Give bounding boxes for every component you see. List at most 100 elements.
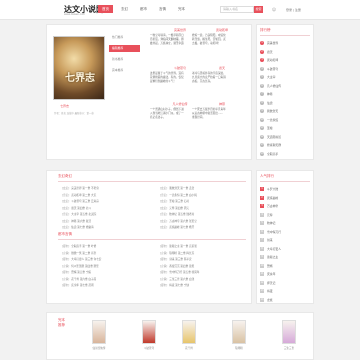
nav-home[interactable]: 首页 (98, 5, 113, 13)
list-item-title[interactable]: 万古神帝 第六章 张若尘 (169, 220, 197, 223)
rank-item-title[interactable]: 元尊 (267, 213, 273, 217)
rank-item[interactable]: 2 遮天 (260, 48, 310, 57)
list-item-title[interactable]: 斗破苍穹 第三章 云岚宗 (71, 200, 99, 203)
login-links[interactable]: 登录 | 注册 (286, 8, 301, 12)
book-cover[interactable] (182, 320, 196, 344)
rank-item[interactable]: 4 斗破苍穹 (260, 65, 310, 74)
nav-wanben[interactable]: 完本 (174, 5, 189, 13)
book-title[interactable]: 三生三世 (269, 346, 309, 350)
rank-item[interactable]: 5 牧神记 (260, 219, 310, 228)
rank-item-title[interactable]: 一念永恒 (267, 118, 278, 122)
rank-item[interactable]: 11 庆余年 (260, 270, 310, 279)
list-item-title[interactable]: 剑来 第三章 陈平安 (169, 258, 191, 261)
featured-caption[interactable]: 七界志 (60, 104, 69, 108)
rank-item[interactable]: 3 武动乾坤 (260, 56, 310, 65)
rank-item-title[interactable]: 龙族 (267, 298, 273, 302)
rank-item-title[interactable]: 将夜 (267, 289, 273, 293)
book-cover[interactable] (142, 320, 156, 344)
rank-item-title[interactable]: 赘婿 (267, 264, 273, 268)
rank-item-title[interactable]: 斗罗大陆 (267, 187, 278, 191)
rank-item-title[interactable]: 完美世界 (267, 41, 278, 45)
rank-item[interactable]: 12 择天记 (260, 279, 310, 288)
rank-item-title[interactable]: 全职高手 (267, 152, 278, 156)
rank-item-title[interactable]: 大主宰 (267, 75, 275, 79)
rank-item[interactable]: 10 一念永恒 (260, 116, 310, 125)
rank-item-title[interactable]: 择天记 (267, 281, 275, 285)
book-title[interactable]: 仙剑奇侠传 (79, 346, 119, 350)
rank-item[interactable]: 7 神墓 (260, 90, 310, 99)
list-item[interactable]: [玄幻] 仙逆 第七章 修魔海 (62, 225, 152, 232)
list-item[interactable]: [都市] 庆余年 第七章 范闲 (62, 283, 152, 290)
list-item-title[interactable]: 武动乾坤 第二章 大荒 (71, 194, 96, 197)
rank-item-title[interactable]: 大奉打更人 (267, 247, 281, 251)
rank-item[interactable]: 8 仙逆 (260, 99, 310, 108)
rank-item[interactable]: 6 雪中悍刀行 (260, 228, 310, 237)
list-item-title[interactable]: 仙逆 第七章 修魔海 (71, 226, 93, 229)
list-item-title[interactable]: 雪中悍刀行 第五章 徐凤年 (169, 271, 199, 274)
book-cover[interactable] (282, 320, 296, 344)
list-item-title[interactable]: 武炼巅峰 第七章 杨开 (169, 226, 194, 229)
list-item-title[interactable]: 神墓 第六章 复活 (71, 220, 91, 223)
rank-item-title[interactable]: 牧神记 (267, 221, 275, 225)
rank-item[interactable]: 4 元尊 (260, 211, 310, 220)
rank-item[interactable]: 1 斗罗大陆 (260, 185, 310, 194)
rank-item-title[interactable]: 武动乾坤 (267, 58, 278, 62)
rank-item-title[interactable]: 庆余年 (267, 272, 275, 276)
rank-item[interactable]: 14 龙族 (260, 296, 310, 305)
rank-item[interactable]: 11 圣墟 (260, 124, 310, 133)
list-item-title[interactable]: 微微一笑 第二章 肖奈 (71, 252, 96, 255)
list-item-title[interactable]: 元尊 第四章 周元 (169, 207, 189, 210)
rank-item-title[interactable]: 万古神帝 (267, 204, 278, 208)
list-item-title[interactable]: 将夜 第七章 宁缺 (169, 284, 189, 287)
list-item-title[interactable]: 完美世界 第一章 不老泉 (71, 187, 99, 190)
rank-item-title[interactable]: 遮天 (267, 50, 273, 54)
rec-title[interactable]: 神墓 (192, 102, 252, 106)
nav-yanqing[interactable]: 言情 (155, 5, 170, 13)
rank-item[interactable]: 7 剑来 (260, 236, 310, 245)
tab-finished[interactable]: 完本推荐 (109, 67, 140, 74)
rank-item[interactable]: 10 赘婿 (260, 262, 310, 271)
list-item-title[interactable]: 诡秘之主 第一章 克莱恩 (169, 245, 197, 248)
list-item-title[interactable]: 圣墟 第三章 石村 (169, 200, 189, 203)
rec-title[interactable]: 武动乾坤 (192, 28, 252, 32)
nav-xuanhuan[interactable]: 玄幻 (117, 5, 132, 13)
tab-new[interactable]: 新书推荐 (109, 56, 140, 63)
list-item-title[interactable]: 全职高手 第一章 叶修 (71, 245, 96, 248)
rank-item-title[interactable]: 修真聊天群 (267, 143, 281, 147)
list-item-title[interactable]: 三生三世 第六章 白浅 (169, 278, 194, 281)
list-item-title[interactable]: 大主宰 第五章 北灵院 (71, 213, 96, 216)
rank-item[interactable]: 12 天道图书馆 (260, 133, 310, 142)
list-item-title[interactable]: 何以笙箫默 第四章 默笙 (71, 265, 99, 268)
rank-item-title[interactable]: 凡人修仙传 (267, 84, 281, 88)
book-title[interactable]: 琅琊榜 (219, 346, 259, 350)
tab-hot[interactable]: 热门推荐 (109, 34, 140, 41)
search-input[interactable]: 请输入书名 (220, 6, 254, 13)
list-item-title[interactable]: 花千骨 第六章 白子画 (71, 278, 96, 281)
rec-title[interactable]: 遮天 (192, 66, 252, 70)
rank-item-title[interactable]: 诡秘之主 (267, 255, 278, 259)
list-item-title[interactable]: 庆余年 第七章 范闲 (71, 284, 93, 287)
rank-item-title[interactable]: 我欲封天 (267, 109, 278, 113)
list-item-title[interactable]: 赘婿 第五章 宁毅 (71, 271, 91, 274)
rank-item-title[interactable]: 武炼巅峰 (267, 196, 278, 200)
list-item-title[interactable]: 香蜜沉沉 第四章 锦觅 (169, 265, 194, 268)
rank-item-title[interactable]: 圣墟 (267, 126, 273, 130)
rank-item-title[interactable]: 雪中悍刀行 (267, 230, 281, 234)
rank-item[interactable]: 9 我欲封天 (260, 107, 310, 116)
rank-item[interactable]: 6 凡人修仙传 (260, 82, 310, 91)
rank-item-title[interactable]: 天道图书馆 (267, 135, 281, 139)
list-item-title[interactable]: 遮天 第四章 北斗 (71, 207, 91, 210)
rank-item[interactable]: 13 将夜 (260, 287, 310, 296)
rank-item-title[interactable]: 剑来 (267, 238, 273, 242)
rank-item[interactable]: 14 全职高手 (260, 150, 310, 159)
book-cover[interactable] (92, 320, 106, 344)
list-item-title[interactable]: 牧神记 第五章 残老村 (169, 213, 194, 216)
rank-item[interactable]: 8 大奉打更人 (260, 245, 310, 254)
list-item-title[interactable]: 琅琊榜 第二章 梅长苏 (169, 252, 194, 255)
book-cover[interactable] (232, 320, 246, 344)
nav-dushi[interactable]: 都市 (136, 5, 151, 13)
list-item-title[interactable]: 一念永恒 第二章 白小纯 (169, 194, 197, 197)
rank-item[interactable]: 9 诡秘之主 (260, 253, 310, 262)
rank-item[interactable]: 13 修真聊天群 (260, 141, 310, 150)
rank-item-title[interactable]: 斗破苍穹 (267, 67, 278, 71)
